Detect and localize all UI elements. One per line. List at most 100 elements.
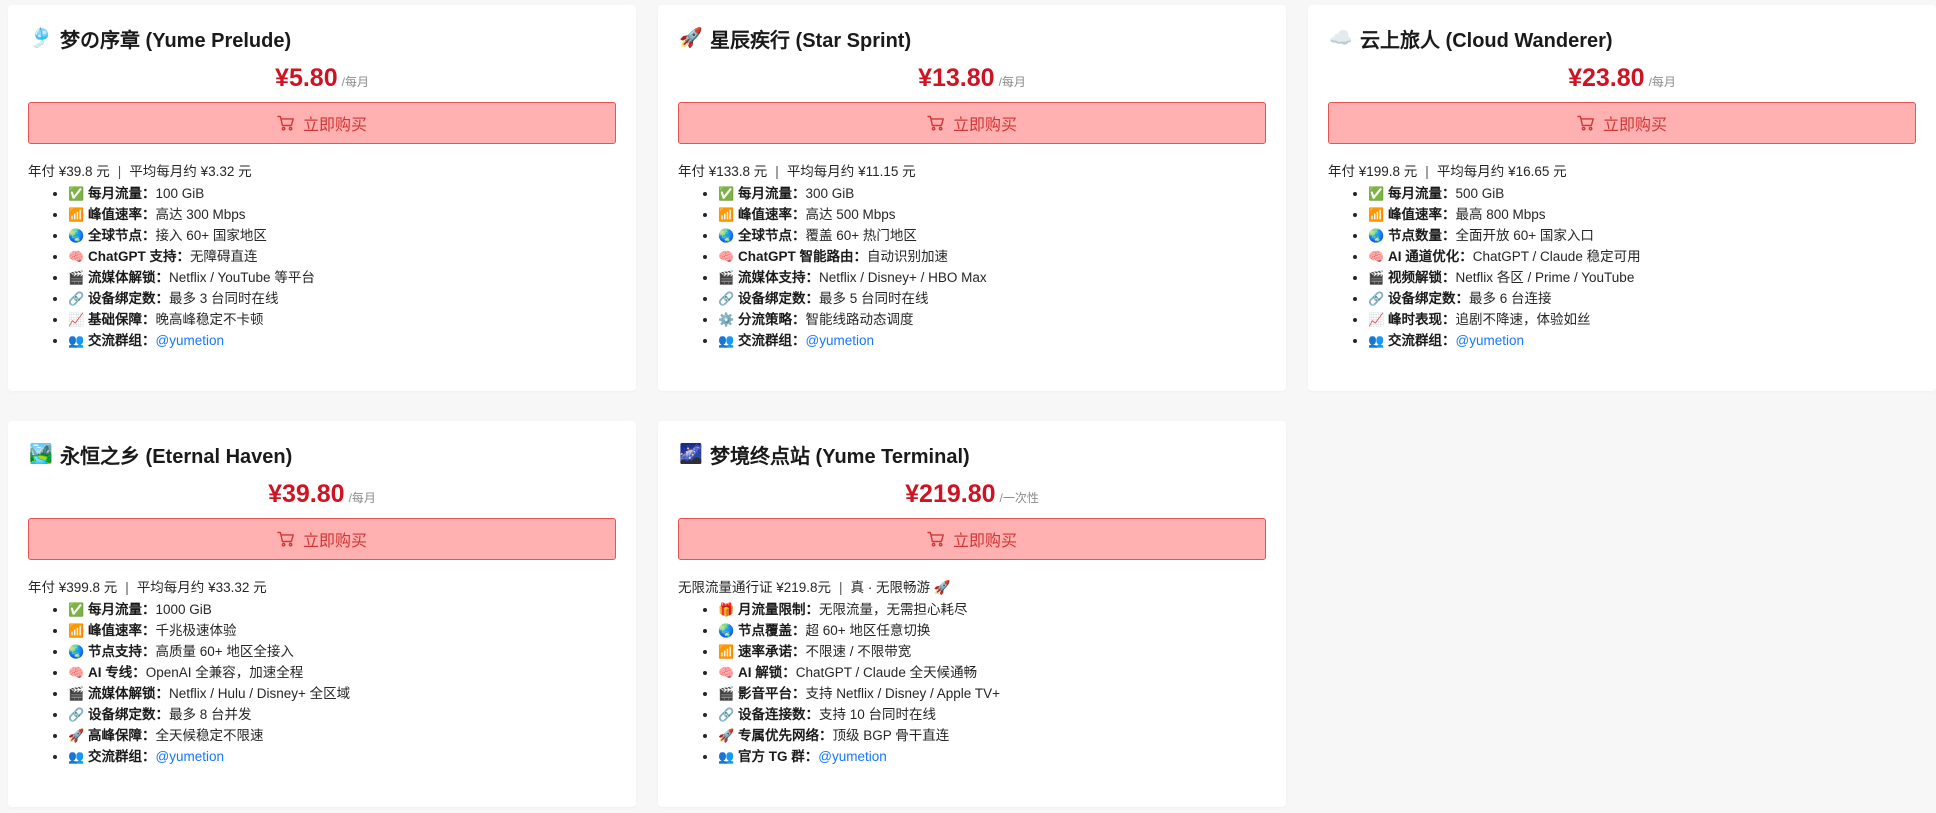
feature-label: 视频解锁： (1388, 270, 1456, 285)
feature-item: ✅每月流量：1000 GiB (68, 599, 616, 620)
feature-label: 分流策略： (738, 312, 806, 327)
price-row: ¥23.80/每月 (1328, 61, 1916, 95)
plan-title: ☁️ 云上旅人 (Cloud Wanderer) (1328, 23, 1916, 53)
plan-price: ¥23.80 (1568, 64, 1645, 92)
feature-label: 设备绑定数： (1388, 291, 1469, 306)
buy-now-button[interactable]: 立即购买 (1328, 102, 1916, 144)
feature-item: 🚀高峰保障：全天候稳定不限速 (68, 725, 616, 746)
cart-icon (1577, 115, 1594, 131)
feature-icon: 🎁 (718, 602, 735, 617)
buy-now-button[interactable]: 立即购买 (28, 102, 616, 144)
monthly-average: 平均每月约 ¥33.32 元 (136, 580, 267, 595)
buy-now-button[interactable]: 立即购买 (678, 102, 1266, 144)
feature-value: 支持 10 台同时在线 (819, 707, 937, 722)
feature-icon: ✅ (718, 186, 735, 201)
feature-item: 📈峰时表现：追剧不降速，体验如丝 (1368, 309, 1916, 330)
feature-icon: 🚀 (68, 728, 85, 743)
feature-value: ChatGPT / Claude 全天候通畅 (795, 665, 978, 680)
price-row: ¥219.80/一次性 (678, 477, 1266, 511)
feature-icon: 🌏 (718, 623, 735, 638)
feature-value: 高达 500 Mbps (805, 207, 896, 222)
feature-label: 交流群组： (88, 749, 156, 764)
feature-icon: 🎬 (718, 270, 735, 285)
billing-summary: 无限流量通行证 ¥219.8元 | 真 · 无限畅游 🚀 (678, 580, 1266, 596)
wind-chime-icon: 🎐 (29, 28, 53, 49)
telegram-group-link[interactable]: @yumetion (818, 749, 886, 764)
feature-icon: 📈 (1368, 312, 1385, 327)
feature-label: 设备绑定数： (738, 291, 819, 306)
telegram-group-link[interactable]: @yumetion (806, 333, 874, 348)
feature-item: 📶峰值速率：千兆极速体验 (68, 620, 616, 641)
buy-now-label: 立即购买 (1602, 117, 1667, 134)
billing-summary: 年付 ¥399.8 元 | 平均每月约 ¥33.32 元 (28, 580, 616, 596)
buy-now-label: 立即购买 (302, 533, 367, 550)
monthly-average: 平均每月约 ¥16.65 元 (1436, 164, 1567, 179)
feature-icon: 🌏 (68, 644, 85, 659)
feature-label: 全球节点： (738, 228, 806, 243)
feature-item: 📶峰值速率：最高 800 Mbps (1368, 204, 1916, 225)
buy-now-button[interactable]: 立即购买 (28, 518, 616, 560)
feature-item: 📶速率承诺：不限速 / 不限带宽 (718, 641, 1266, 662)
feature-value: 顶级 BGP 骨干直连 (832, 728, 950, 743)
plan-title: 🌌 梦境终点站 (Yume Terminal) (678, 439, 1266, 469)
feature-icon: 🧠 (68, 665, 85, 680)
feature-value: 超 60+ 地区任意切换 (805, 623, 931, 638)
price-row: ¥5.80/每月 (28, 61, 616, 95)
feature-icon: 🎬 (68, 270, 85, 285)
telegram-group-link[interactable]: @yumetion (156, 749, 224, 764)
telegram-group-link[interactable]: @yumetion (156, 333, 224, 348)
feature-label: 基础保障： (88, 312, 156, 327)
feature-icon: ✅ (68, 186, 85, 201)
price-period: /每月 (348, 491, 376, 505)
feature-item: 🎬影音平台：支持 Netflix / Disney / Apple TV+ (718, 683, 1266, 704)
feature-label: 节点数量： (1388, 228, 1456, 243)
annual-price: 年付 ¥133.8 元 (678, 164, 768, 179)
feature-value: Netflix / YouTube 等平台 (169, 270, 315, 285)
feature-label: 流媒体解锁： (88, 270, 169, 285)
plan-name: 永恒之乡 (Eternal Haven) (60, 445, 293, 468)
feature-label: ChatGPT 智能路由： (738, 249, 868, 264)
feature-label: ChatGPT 支持： (88, 249, 191, 264)
feature-value: 无限流量，无需担心耗尽 (819, 602, 968, 617)
feature-icon: 🧠 (68, 249, 85, 264)
feature-label: 流媒体支持： (738, 270, 819, 285)
feature-value: 100 GiB (155, 186, 205, 201)
feature-label: 流媒体解锁： (88, 686, 169, 701)
annual-price: 年付 ¥39.8 元 (28, 164, 110, 179)
feature-item: 🎬流媒体解锁：Netflix / Hulu / Disney+ 全区域 (68, 683, 616, 704)
feature-item: 📶峰值速率：高达 500 Mbps (718, 204, 1266, 225)
feature-value: 全天候稳定不限速 (155, 728, 264, 743)
plan-title: 🚀 星辰疾行 (Star Sprint) (678, 23, 1266, 53)
monthly-average: 平均每月约 ¥11.15 元 (786, 164, 916, 179)
feature-item: 🎬视频解锁：Netflix 各区 / Prime / YouTube (1368, 267, 1916, 288)
feature-list: ✅每月流量：300 GiB📶峰值速率：高达 500 Mbps🌏全球节点：覆盖 6… (678, 183, 1266, 351)
feature-value: ChatGPT / Claude 稳定可用 (1472, 249, 1641, 264)
cart-icon (927, 115, 944, 131)
summary-divider: | (117, 164, 122, 179)
feature-label: 月流量限制： (738, 602, 819, 617)
feature-item: 🌏全球节点：接入 60+ 国家地区 (68, 225, 616, 246)
feature-value: 覆盖 60+ 热门地区 (805, 228, 917, 243)
feature-item: 🔗设备绑定数：最多 6 台连接 (1368, 288, 1916, 309)
feature-label: 节点覆盖： (738, 623, 806, 638)
feature-item: 🌏节点覆盖：超 60+ 地区任意切换 (718, 620, 1266, 641)
feature-list: 🎁月流量限制：无限流量，无需担心耗尽🌏节点覆盖：超 60+ 地区任意切换📶速率承… (678, 599, 1266, 767)
feature-label: 峰值速率： (738, 207, 806, 222)
plan-name: 星辰疾行 (Star Sprint) (710, 29, 912, 52)
price-period: /一次性 (999, 491, 1039, 505)
feature-label: 速率承诺： (738, 644, 806, 659)
plan-price: ¥39.80 (268, 480, 345, 508)
cart-icon (277, 115, 294, 131)
telegram-group-link[interactable]: @yumetion (1456, 333, 1524, 348)
feature-value: OpenAI 全兼容，加速全程 (145, 665, 304, 680)
buy-now-button[interactable]: 立即购买 (678, 518, 1266, 560)
feature-item: 🌏节点数量：全面开放 60+ 国家入口 (1368, 225, 1916, 246)
feature-list: ✅每月流量：100 GiB📶峰值速率：高达 300 Mbps🌏全球节点：接入 6… (28, 183, 616, 351)
feature-item: 👥交流群组：@yumetion (68, 330, 616, 351)
plan-price: ¥5.80 (275, 64, 338, 92)
feature-value: 追剧不降速，体验如丝 (1455, 312, 1591, 327)
feature-icon: 🧠 (718, 249, 735, 264)
buy-now-label: 立即购买 (952, 117, 1017, 134)
annual-price: 无限流量通行证 ¥219.8元 (678, 580, 832, 595)
annual-price: 年付 ¥199.8 元 (1328, 164, 1418, 179)
